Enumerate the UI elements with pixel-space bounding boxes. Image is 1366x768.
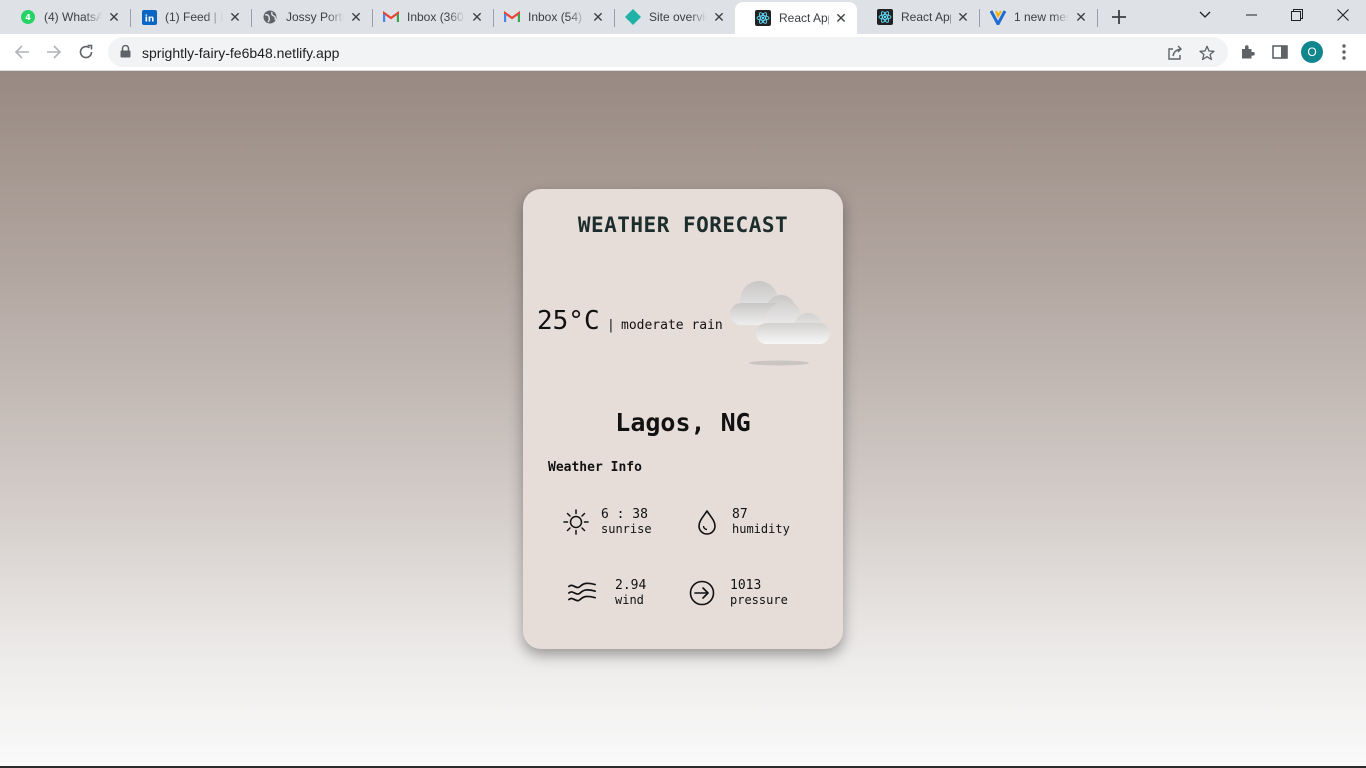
share-icon[interactable] [1166,44,1184,62]
tab-strip: 4 (4) WhatsApp ✕ in (1) Feed | LinkedIn … [0,0,1366,34]
lock-icon [120,44,131,63]
v-icon [990,9,1006,25]
profile-avatar[interactable]: O [1301,41,1323,63]
tab-title: Inbox (360) [407,10,465,24]
minimize-button[interactable] [1228,0,1274,30]
address-bar[interactable]: sprightly-fairy-fe6b48.netlify.app [108,37,1228,67]
react-icon [755,10,771,26]
card-title: WEATHER FORECAST [577,213,789,237]
browser-toolbar: sprightly-fairy-fe6b48.netlify.app O [0,34,1366,71]
more-menu-icon[interactable] [1334,42,1354,62]
city-name: Lagos, NG [615,408,751,437]
close-icon[interactable]: ✕ [469,9,485,25]
gmail-icon [504,9,520,25]
close-icon[interactable]: ✕ [955,9,971,25]
tab-search-button[interactable] [1182,0,1228,30]
sunrise-value: 6 : 38 [601,507,648,522]
netlify-icon [625,9,641,25]
close-window-button[interactable] [1320,0,1366,30]
tab-title: (4) WhatsApp [44,10,102,24]
close-icon[interactable]: ✕ [1073,9,1089,25]
tab-separator [1097,9,1098,27]
tab-message[interactable]: 1 new message ✕ [970,0,1097,34]
forward-button[interactable] [42,40,66,64]
wind-label: wind [615,593,644,607]
linkedin-icon: in [141,9,157,25]
arrow-right-icon [47,45,62,59]
url-text: sprightly-fairy-fe6b48.netlify.app [142,45,340,61]
page-background: WEATHER FORECAST 25°C | moderate rain La… [0,71,1366,768]
sunrise-metric: 6 : 38 sunrise [561,507,652,537]
tab-title: React App [901,10,951,24]
tab-whatsapp[interactable]: 4 (4) WhatsApp ✕ [0,0,130,34]
close-icon[interactable]: ✕ [711,9,727,25]
react-icon [877,9,893,25]
gmail-icon [383,9,399,25]
star-icon[interactable] [1198,44,1216,62]
plus-icon [1112,10,1126,24]
close-icon[interactable]: ✕ [833,10,849,26]
restore-icon [1291,9,1303,21]
tab-netlify[interactable]: Site overview ✕ [605,0,735,34]
weather-card: WEATHER FORECAST 25°C | moderate rain La… [523,189,843,649]
close-icon[interactable]: ✕ [227,9,243,25]
extensions-icon[interactable] [1238,42,1258,62]
close-icon[interactable]: ✕ [106,9,122,25]
tab-gmail-2[interactable]: Inbox (54) ✕ [484,0,614,34]
tab-linkedin[interactable]: in (1) Feed | LinkedIn ✕ [121,0,251,34]
pressure-icon [687,578,717,608]
droplet-icon [692,507,722,537]
sun-icon [561,507,591,537]
tab-title: 1 new message [1014,10,1069,24]
side-panel-icon[interactable] [1270,42,1290,62]
arrow-left-icon [14,45,29,59]
pressure-metric: 1013 pressure [687,578,788,608]
minimize-icon [1245,14,1257,16]
back-button[interactable] [10,40,34,64]
tab-title: (1) Feed | LinkedIn [165,10,223,24]
pressure-value: 1013 [730,578,762,593]
tab-react-app[interactable]: React App ✕ [857,0,979,34]
wind-metric: 2.94 wind [567,578,646,608]
tab-title: Inbox (54) [528,10,583,24]
wind-icon [567,578,597,608]
pressure-label: pressure [730,593,788,607]
svg-text:4: 4 [25,13,31,22]
close-icon[interactable]: ✕ [348,9,364,25]
chevron-down-icon [1199,11,1211,18]
tab-title: Site overview [649,10,707,24]
globe-icon [262,9,278,25]
temperature-separator: | [607,318,615,333]
tab-portfolio[interactable]: Jossy Portfolio ✕ [242,0,372,34]
reload-icon [79,44,93,59]
wind-value: 2.94 [615,578,647,593]
humidity-metric: 87 humidity [692,507,790,537]
cloud-icon [726,275,830,367]
tab-title: Jossy Portfolio [286,10,344,24]
temperature: 25°C [537,306,600,336]
whatsapp-icon: 4 [20,9,36,25]
sunrise-label: sunrise [601,522,652,536]
weather-info-label: Weather Info [548,460,642,475]
tab-title: React App [779,11,829,25]
new-tab-button[interactable] [1109,5,1129,29]
close-icon[interactable]: ✕ [590,9,606,25]
humidity-label: humidity [732,522,790,536]
close-icon [1337,9,1349,21]
weather-description: moderate rain [621,318,723,333]
svg-text:in: in [144,14,154,24]
reload-button[interactable] [74,40,98,64]
humidity-value: 87 [732,507,748,522]
tab-gmail-1[interactable]: Inbox (360) ✕ [363,0,493,34]
restore-button[interactable] [1274,0,1320,30]
tab-react-app-active[interactable]: React App ✕ [735,2,857,34]
